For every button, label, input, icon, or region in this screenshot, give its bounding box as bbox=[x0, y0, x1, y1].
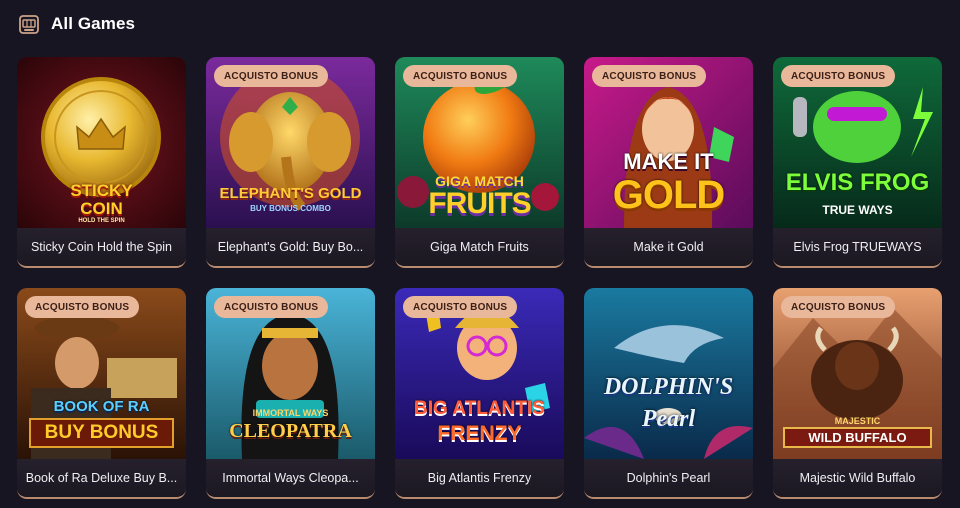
game-card-majestic-wild-buffalo[interactable]: ACQUISTO BONUS MAJESTIC WILD BUFFALO Maj… bbox=[773, 288, 942, 499]
game-title: Sticky Coin Hold the Spin bbox=[17, 228, 186, 266]
bonus-badge: ACQUISTO BONUS bbox=[214, 296, 329, 318]
game-title: Make it Gold bbox=[584, 228, 753, 266]
game-card-elephants-gold[interactable]: ACQUISTO BONUS ELEPHANT'S GOLD BUY BONUS… bbox=[206, 57, 375, 268]
game-title: Big Atlantis Frenzy bbox=[395, 459, 564, 497]
game-logo-line2: COIN bbox=[80, 199, 123, 218]
game-card-make-it-gold[interactable]: ACQUISTO BONUS MAKE IT GOLD Make it Gold bbox=[584, 57, 753, 268]
game-logo-line2: FRENZY bbox=[437, 422, 522, 445]
game-logo-line2: Pearl bbox=[641, 406, 696, 432]
game-logo-line1: ELVIS FROG bbox=[785, 169, 930, 196]
game-logo-line2: FRUITS bbox=[428, 187, 531, 220]
game-title: Immortal Ways Cleopa... bbox=[206, 459, 375, 497]
game-title: Elvis Frog TRUEWAYS bbox=[773, 228, 942, 266]
game-card-immortal-ways-cleopatra[interactable]: ACQUISTO BONUS IMMORTAL WAYS CLEOPATRA I… bbox=[206, 288, 375, 499]
game-logo-line2: WILD BUFFALO bbox=[783, 427, 932, 448]
game-logo-line1: MAKE IT bbox=[623, 149, 714, 174]
bonus-badge: ACQUISTO BONUS bbox=[592, 65, 707, 87]
game-card-book-of-ra[interactable]: ACQUISTO BONUS BOOK OF RA BUY BONUS Book… bbox=[17, 288, 186, 499]
bonus-badge: ACQUISTO BONUS bbox=[781, 296, 896, 318]
game-logo-line1: MAJESTIC bbox=[834, 416, 881, 426]
game-logo-line1: BOOK OF RA bbox=[53, 398, 150, 415]
game-logo-line1: DOLPHIN'S bbox=[603, 374, 734, 400]
game-logo-line1: STICKY bbox=[70, 181, 133, 200]
game-title: Elephant's Gold: Buy Bo... bbox=[206, 228, 375, 266]
game-card-giga-match-fruits[interactable]: ACQUISTO BONUS GIGA MATCH FRUITS Giga Ma… bbox=[395, 57, 564, 268]
slot-machine-icon bbox=[17, 12, 41, 36]
bonus-badge: ACQUISTO BONUS bbox=[214, 65, 329, 87]
bonus-badge: ACQUISTO BONUS bbox=[403, 65, 518, 87]
section-title: All Games bbox=[51, 14, 136, 33]
game-card-dolphins-pearl[interactable]: DOLPHIN'S Pearl Dolphin's Pearl bbox=[584, 288, 753, 499]
game-logo-line1: ELEPHANT'S GOLD bbox=[219, 185, 362, 202]
games-grid: STICKY COIN HOLD THE SPIN Sticky Coin Ho… bbox=[17, 57, 943, 499]
game-logo-line2: CLEOPATRA bbox=[229, 420, 352, 442]
game-logo-line2: GOLD bbox=[612, 173, 726, 217]
game-title: Book of Ra Deluxe Buy B... bbox=[17, 459, 186, 497]
game-card-sticky-coin[interactable]: STICKY COIN HOLD THE SPIN Sticky Coin Ho… bbox=[17, 57, 186, 268]
game-logo-line2: BUY BONUS COMBO bbox=[250, 204, 331, 213]
section-header: All Games bbox=[17, 10, 135, 38]
bonus-badge: ACQUISTO BONUS bbox=[403, 296, 518, 318]
game-title: Giga Match Fruits bbox=[395, 228, 564, 266]
bonus-badge: ACQUISTO BONUS bbox=[781, 65, 896, 87]
game-logo-line1: BIG ATLANTIS bbox=[414, 398, 545, 419]
game-logo-line2: BUY BONUS bbox=[29, 418, 174, 448]
game-card-big-atlantis-frenzy[interactable]: ACQUISTO BONUS BIG ATLANTIS FRENZY Big A… bbox=[395, 288, 564, 499]
game-card-elvis-frog[interactable]: ACQUISTO BONUS ELVIS FROG TRUE WAYS Elvi… bbox=[773, 57, 942, 268]
game-logo-line3: HOLD THE SPIN bbox=[78, 218, 125, 224]
bonus-badge: ACQUISTO BONUS bbox=[25, 296, 140, 318]
game-logo-line1: IMMORTAL WAYS bbox=[252, 408, 329, 418]
game-title: Majestic Wild Buffalo bbox=[773, 459, 942, 497]
game-logo-line2: TRUE WAYS bbox=[822, 203, 893, 217]
game-title: Dolphin's Pearl bbox=[584, 459, 753, 497]
